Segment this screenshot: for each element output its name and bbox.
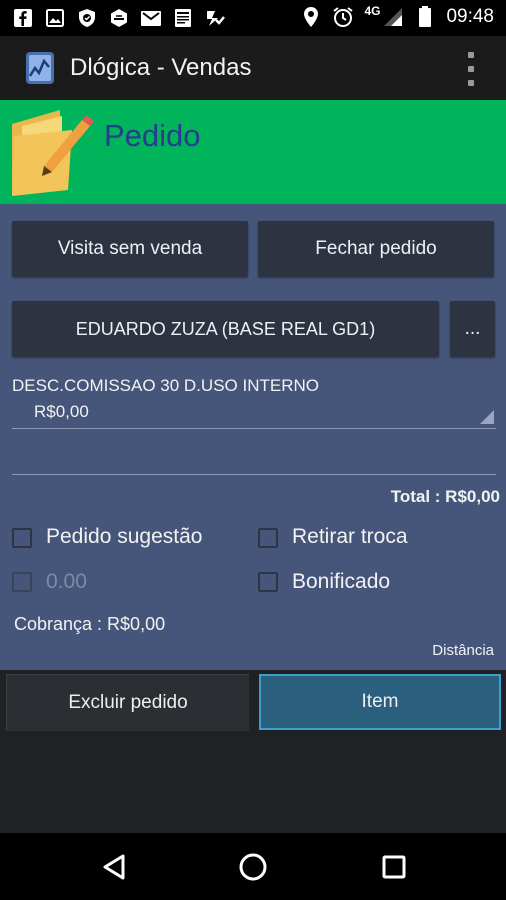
recents-icon[interactable] bbox=[376, 849, 412, 885]
customer-selector-button[interactable]: EDUARDO ZUZA (BASE REAL GD1) bbox=[12, 301, 439, 357]
suggestion-label: Pedido sugestão bbox=[46, 525, 203, 548]
amount-checkbox[interactable] bbox=[12, 572, 32, 592]
back-icon[interactable] bbox=[96, 849, 132, 885]
bonus-label: Bonificado bbox=[292, 570, 391, 593]
payment-condition-spinner[interactable] bbox=[12, 392, 496, 429]
amount-value: 0.00 bbox=[46, 570, 87, 593]
shield-icon bbox=[76, 7, 98, 29]
network-type: 4G bbox=[364, 4, 381, 18]
customer-more-button[interactable]: ... bbox=[450, 301, 495, 357]
distance-link[interactable]: Distância bbox=[432, 642, 494, 659]
alarm-icon bbox=[332, 6, 354, 28]
facebook-icon bbox=[12, 7, 34, 29]
battery-icon bbox=[414, 6, 436, 28]
order-form: Visita sem venda Fechar pedido EDUARDO Z… bbox=[0, 204, 506, 670]
app-logo-icon bbox=[24, 50, 56, 86]
withdraw-exchange-checkbox[interactable] bbox=[258, 528, 278, 548]
bonus-checkbox[interactable] bbox=[258, 572, 278, 592]
app-bar: Dlógica - Vendas bbox=[0, 36, 506, 101]
shield-icon bbox=[108, 7, 130, 29]
newspaper-icon bbox=[172, 7, 194, 29]
notes-input[interactable] bbox=[12, 440, 496, 475]
close-order-button[interactable]: Fechar pedido bbox=[258, 221, 494, 277]
suggestion-checkbox[interactable] bbox=[12, 528, 32, 548]
bottom-action-area: Excluir pedido Item bbox=[0, 670, 506, 833]
delete-order-button[interactable]: Excluir pedido bbox=[6, 674, 249, 731]
navigation-bar bbox=[0, 833, 506, 900]
signal-icon bbox=[382, 6, 404, 28]
item-button[interactable]: Item bbox=[259, 674, 501, 730]
clock: 09:48 bbox=[446, 6, 494, 27]
visit-without-sale-button[interactable]: Visita sem venda bbox=[12, 221, 248, 277]
location-icon bbox=[300, 6, 322, 28]
app-title: Dlógica - Vendas bbox=[70, 54, 252, 81]
mail-icon bbox=[140, 7, 162, 29]
folder-pencil-icon bbox=[10, 106, 96, 198]
billing-label: Cobrança : R$0,00 bbox=[14, 614, 166, 634]
overflow-menu-icon[interactable] bbox=[464, 52, 478, 86]
page-title: Pedido bbox=[104, 118, 201, 153]
spinner-arrow-icon bbox=[480, 410, 494, 424]
home-icon[interactable] bbox=[235, 849, 271, 885]
total-label: Total : R$0,00 bbox=[390, 487, 500, 506]
check-icon bbox=[204, 7, 226, 29]
withdraw-exchange-label: Retirar troca bbox=[292, 525, 408, 548]
status-bar: 4G 09:48 bbox=[0, 0, 506, 36]
image-icon bbox=[44, 7, 66, 29]
